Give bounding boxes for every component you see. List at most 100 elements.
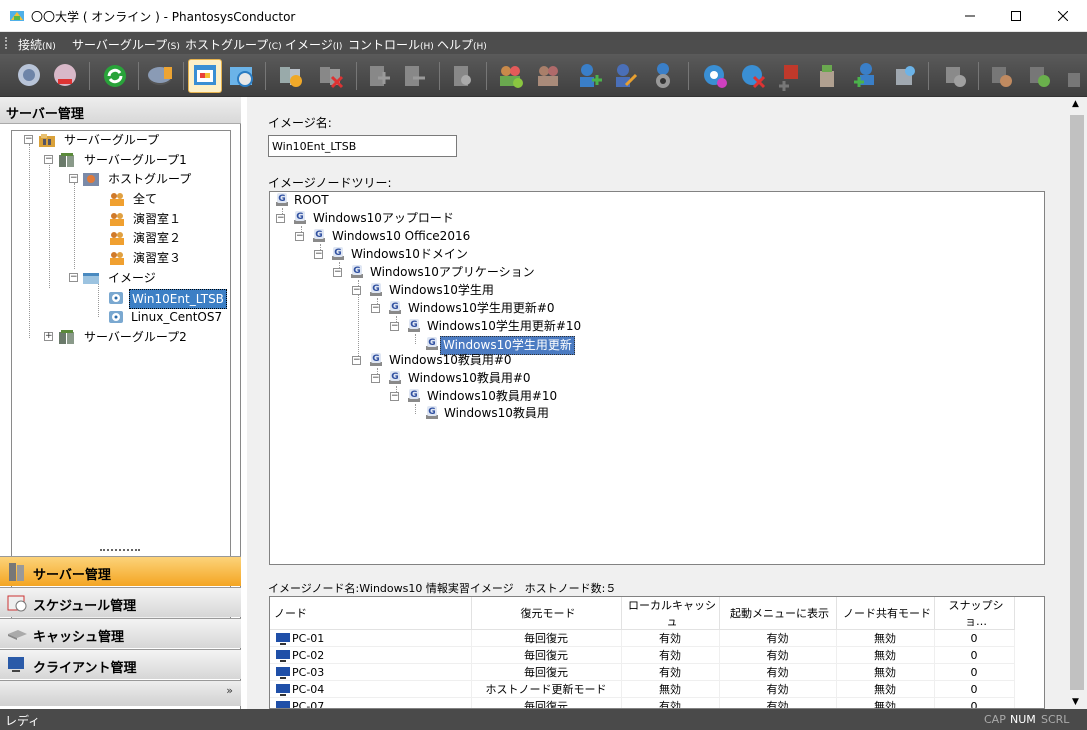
delete-server-group-button[interactable] xyxy=(314,59,348,93)
menu-grip xyxy=(5,37,7,49)
minimize-button[interactable] xyxy=(947,0,993,31)
more-toolbar-button[interactable] xyxy=(1064,59,1087,93)
host-node-table[interactable]: ノード 復元モード ローカルキャッシュ 起動メニューに表示 ノード共有モード ス… xyxy=(269,596,1045,709)
nav-client-management[interactable]: クライアント管理 xyxy=(0,649,241,679)
collapse-toggle[interactable]: − xyxy=(24,135,33,144)
toolbar-separator xyxy=(978,62,979,90)
pc-icon xyxy=(276,700,290,708)
image-new-icon xyxy=(704,65,727,88)
collapse-toggle[interactable]: − xyxy=(314,250,323,259)
tree-line xyxy=(415,404,416,414)
pc-icon xyxy=(276,649,290,662)
collapse-toggle[interactable]: − xyxy=(69,174,78,183)
new-user-group-button[interactable] xyxy=(494,59,528,93)
image-name-field[interactable]: Win10Ent_LTSB xyxy=(268,135,457,157)
user-add-icon xyxy=(580,64,602,87)
disk-button[interactable] xyxy=(144,59,178,93)
main-vertical-scrollbar[interactable]: ▲ ▼ xyxy=(1067,97,1087,709)
edit-user-button[interactable] xyxy=(608,59,642,93)
expand-toggle[interactable]: + xyxy=(44,332,53,341)
menu-image[interactable]: イメージ(I) xyxy=(285,36,342,53)
user-group-button[interactable] xyxy=(532,59,566,93)
host-settings-button[interactable] xyxy=(446,59,480,93)
svg-text:G: G xyxy=(372,284,379,294)
collapse-toggle[interactable]: − xyxy=(69,273,78,282)
clear-button[interactable] xyxy=(810,59,844,93)
chevron-right-icon[interactable]: » xyxy=(226,684,233,697)
scroll-down-icon[interactable]: ▼ xyxy=(1072,697,1079,707)
delete-image-button[interactable] xyxy=(736,59,770,93)
column-header-boot-menu[interactable]: 起動メニューに表示 xyxy=(719,597,837,630)
menu-host-group[interactable]: ホストグループ(C) xyxy=(185,36,282,53)
column-header-local-cache[interactable]: ローカルキャッシュ xyxy=(621,597,720,630)
menu-control[interactable]: コントロール(H) xyxy=(348,36,434,53)
menu-connect[interactable]: 接続(N) xyxy=(18,36,56,53)
restore-button[interactable] xyxy=(984,59,1018,93)
collapse-toggle[interactable]: − xyxy=(44,155,53,164)
tree-line xyxy=(49,163,50,288)
user-group-new-icon xyxy=(500,66,523,88)
splitter-grip[interactable] xyxy=(100,549,140,551)
table-row[interactable]: PC-02 毎回復元 有効 有効 無効 0 xyxy=(270,646,1015,664)
scroll-up-icon[interactable]: ▲ xyxy=(1072,99,1079,109)
close-button[interactable] xyxy=(1040,0,1086,31)
nav-server-management[interactable]: サーバー管理 xyxy=(0,556,241,586)
nav-cache-management[interactable]: キャッシュ管理 xyxy=(0,618,241,648)
collapse-toggle[interactable]: − xyxy=(352,356,361,365)
collapse-toggle[interactable]: − xyxy=(371,304,380,313)
nav-overflow[interactable]: » xyxy=(0,680,241,706)
column-header-snapshot[interactable]: スナップショ… xyxy=(934,597,1015,630)
g-node-icon: G xyxy=(389,371,401,384)
table-row[interactable]: PC-03 毎回復元 有効 有効 無効 0 xyxy=(270,663,1015,681)
left-panel-header: サーバー管理 xyxy=(0,97,241,124)
node-info: イメージノード名:Windows10 情報実習イメージ ホストノード数:５ xyxy=(268,582,617,595)
server-management-button[interactable] xyxy=(188,59,222,93)
nav-schedule-management[interactable]: スケジュール管理 xyxy=(0,587,241,617)
pc-icon xyxy=(276,683,290,696)
toolbar-separator xyxy=(138,62,139,90)
column-header-restore-mode[interactable]: 復元モード xyxy=(471,597,622,630)
collapse-toggle[interactable]: − xyxy=(371,374,380,383)
collapse-toggle[interactable]: − xyxy=(333,268,342,277)
users-icon xyxy=(110,252,124,265)
toolbar-separator xyxy=(486,62,487,90)
toolbar-separator xyxy=(356,62,357,90)
remove-host-button[interactable] xyxy=(398,59,432,93)
svg-text:G: G xyxy=(391,302,398,312)
client-delete-button[interactable] xyxy=(886,59,920,93)
add-user-button[interactable] xyxy=(572,59,606,93)
menu-help[interactable]: ヘルプ(H) xyxy=(437,36,487,53)
refresh-button[interactable] xyxy=(98,59,132,93)
overflow-icon xyxy=(1068,73,1080,87)
menu-bar: 接続(N) サーバーグループ(S) ホストグループ(C) イメージ(I) コント… xyxy=(0,32,1087,54)
image-node-tree[interactable]: G ROOT − G Windows10アップロード − G Windows10… xyxy=(269,191,1045,565)
snapshot-button[interactable] xyxy=(938,59,972,93)
new-image-button[interactable] xyxy=(698,59,732,93)
table-row[interactable]: PC-01 毎回復元 有効 有効 無効 0 xyxy=(270,629,1015,647)
sync-button[interactable] xyxy=(1022,59,1056,93)
svg-text:G: G xyxy=(428,407,435,417)
collapse-toggle[interactable]: − xyxy=(390,322,399,331)
collapse-toggle[interactable]: − xyxy=(352,286,361,295)
collapse-toggle[interactable]: − xyxy=(295,232,304,241)
add-package-button[interactable] xyxy=(772,59,806,93)
scrollbar-thumb[interactable] xyxy=(1070,115,1084,690)
schedule-button[interactable] xyxy=(224,59,258,93)
collapse-toggle[interactable]: − xyxy=(390,392,399,401)
column-header-node[interactable]: ノード xyxy=(270,597,472,630)
column-header-share-mode[interactable]: ノード共有モード xyxy=(836,597,935,630)
user-settings-button[interactable] xyxy=(646,59,680,93)
maximize-button[interactable] xyxy=(993,0,1039,31)
connect-button[interactable] xyxy=(12,59,46,93)
add-host-button[interactable] xyxy=(363,59,397,93)
disconnect-button[interactable] xyxy=(48,59,82,93)
g-node-icon: G xyxy=(294,211,306,224)
add-server-group-button[interactable] xyxy=(274,59,308,93)
host-group-icon xyxy=(83,173,99,186)
menu-server-group[interactable]: サーバーグループ(S) xyxy=(72,36,180,53)
add-client-button[interactable] xyxy=(848,59,882,93)
toolbar-separator xyxy=(688,62,689,90)
table-row[interactable]: PC-07 毎回復元 有効 有効 無効 0 xyxy=(270,697,1015,708)
table-row[interactable]: PC-04 ホストノード更新モード 無効 有効 無効 0 xyxy=(270,680,1015,698)
collapse-toggle[interactable]: − xyxy=(276,214,285,223)
